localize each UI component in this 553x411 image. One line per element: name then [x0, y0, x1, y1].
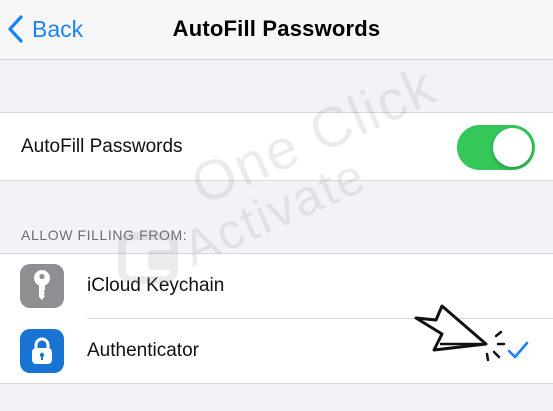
switch-knob — [493, 128, 532, 167]
autofill-group: AutoFill Passwords — [0, 112, 553, 181]
autofill-label: AutoFill Passwords — [21, 136, 183, 157]
section-header-allow-filling: ALLOW FILLING FROM: — [21, 227, 188, 243]
icloud-keychain-label: iCloud Keychain — [87, 275, 225, 296]
pointer-arrow-icon — [414, 304, 506, 362]
authenticator-label: Authenticator — [87, 340, 199, 361]
authenticator-app-icon — [20, 329, 64, 373]
checkmark-icon — [507, 341, 529, 359]
keychain-app-icon — [20, 264, 64, 308]
key-icon — [34, 270, 50, 300]
autofill-switch[interactable] — [457, 125, 535, 170]
lock-icon — [32, 337, 52, 364]
navigation-bar: Back AutoFill Passwords — [0, 0, 553, 60]
page-title: AutoFill Passwords — [172, 16, 381, 41]
